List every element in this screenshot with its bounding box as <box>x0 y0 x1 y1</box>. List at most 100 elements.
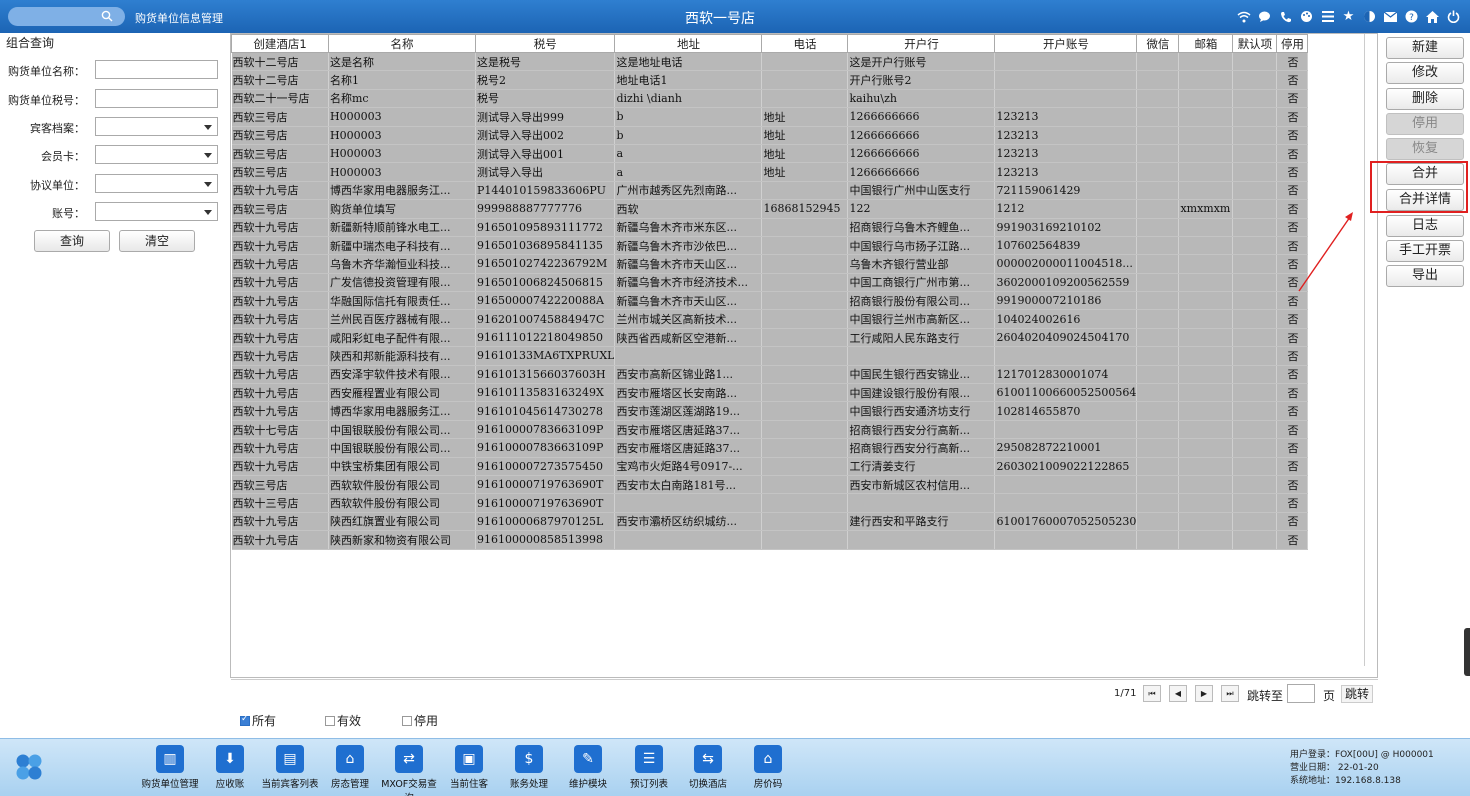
table-row[interactable]: 西软十九号店 咸阳彩虹电子配件有限... 916111012218049850 陕西省… <box>231 328 1309 348</box>
next-page-button[interactable]: ▶ <box>1195 685 1213 702</box>
table-row[interactable]: 西软十九号店 陕西红旗置业有限公司 91610000687970125L 西安市灞桥区… <box>231 512 1309 532</box>
restore-button[interactable]: 恢复 <box>1386 138 1464 160</box>
column-header[interactable]: 创建酒店1 <box>231 34 329 53</box>
table-row[interactable]: 西软三号店 H000003 测试导入导出999 b 地址 1266666666 123213… <box>231 107 1309 127</box>
table-row[interactable]: 西软十九号店 广发信德投资管理有限... 916501006824506815 新疆乌… <box>231 273 1309 293</box>
table-row[interactable]: 西软三号店 H000003 测试导入导出001 a 地址 1266666666 123213… <box>231 144 1309 164</box>
filter-disabled[interactable]: 停用 <box>402 712 438 729</box>
taskbar-current-guests[interactable]: ▣ 当前住客 <box>446 745 492 790</box>
checkbox-valid[interactable] <box>325 715 335 726</box>
taskbar-room-status[interactable]: ⌂ 房态管理 <box>328 745 372 790</box>
wifi-icon[interactable] <box>1235 8 1252 25</box>
column-header[interactable]: 电话 <box>761 34 849 53</box>
new-button[interactable]: 新建 <box>1386 37 1464 59</box>
column-header[interactable]: 地址 <box>614 34 763 53</box>
jump-page-input[interactable] <box>1287 684 1315 703</box>
prev-page-button[interactable]: ◀ <box>1169 685 1187 702</box>
column-header[interactable]: 开户账号 <box>994 34 1138 53</box>
taskbar-maintenance[interactable]: ✎ 维护模块 <box>566 745 610 790</box>
member-card-select[interactable] <box>95 145 218 164</box>
account-select[interactable] <box>95 202 218 221</box>
table-row[interactable]: 西软十九号店 新疆新特顺前锋水电工... 916501095893111772 新疆乌… <box>231 218 1309 237</box>
filter-all[interactable]: 所有 <box>240 712 276 729</box>
field-label: 购货单位名称： <box>8 65 85 78</box>
table-cell: 西软十九号店 <box>231 438 329 458</box>
agreement-unit-select[interactable] <box>95 174 218 193</box>
table-row[interactable]: 西软十九号店 华融国际信托有限责任... 91650000742220088A 新疆乌… <box>231 291 1309 311</box>
checkbox-disabled[interactable] <box>402 715 412 726</box>
table-cell: 地址 <box>761 162 849 182</box>
column-header[interactable]: 名称 <box>328 34 476 53</box>
menu-icon[interactable] <box>1319 8 1336 25</box>
palette-icon[interactable] <box>1298 8 1315 25</box>
table-row[interactable]: 西软十九号店 中国银联股份有限公司... 91610000783663109P 西安市… <box>231 438 1309 458</box>
column-header[interactable]: 邮箱 <box>1178 34 1234 53</box>
clear-button[interactable]: 清空 <box>119 230 195 252</box>
table-row[interactable]: 西软十二号店 名称1 税号2 地址电话1 开户行账号2 否 <box>231 70 1309 90</box>
table-row[interactable]: 西软十九号店 博西华家用电器服务江... 916101045614730278 西安市… <box>231 401 1309 421</box>
query-button[interactable]: 查询 <box>34 230 110 252</box>
table-row[interactable]: 西软二十一号店 名称mc 税号 dizhi \dianh kaihu\zh 否 <box>231 89 1309 109</box>
last-page-button[interactable]: ⏭ <box>1221 685 1239 702</box>
table-cell <box>761 254 849 274</box>
table-row[interactable]: 西软十九号店 西安雁程置业有限公司 91610113583163249X 西安市雁塔区… <box>231 383 1309 403</box>
home-icon[interactable] <box>1424 8 1441 25</box>
table-row[interactable]: 西软十九号店 兰州民百医疗器械有限... 91620100745884947C 兰州市… <box>231 309 1309 329</box>
taskbar-mxof-query[interactable]: ⇄ MXOF交易查询 <box>379 745 439 796</box>
phone-icon[interactable] <box>1277 8 1294 25</box>
jump-button[interactable]: 跳转 <box>1341 685 1373 703</box>
filter-valid[interactable]: 有效 <box>325 712 361 729</box>
table-row[interactable]: 西软十九号店 中铁宝桥集团有限公司 916100007273575450 宝鸡市火炬路… <box>231 457 1309 476</box>
log-button[interactable]: 日志 <box>1386 215 1464 237</box>
side-handle[interactable] <box>1464 628 1470 676</box>
export-button[interactable]: 导出 <box>1386 265 1464 287</box>
buyer-name-input[interactable] <box>95 60 218 79</box>
first-page-button[interactable]: ⏮ <box>1143 685 1161 702</box>
column-header[interactable]: 微信 <box>1136 34 1180 53</box>
table-row[interactable]: 西软十七号店 中国银联股份有限公司... 91610000783663109P 西安市… <box>231 420 1309 440</box>
table-row[interactable]: 西软三号店 购货单位填写 999988887777776 西软 16868152945 1… <box>231 199 1309 219</box>
table-row[interactable]: 西软十九号店 博西华家用电器服务江... P144010159833606PU 广州市… <box>231 181 1309 201</box>
chat-icon[interactable] <box>1256 8 1273 25</box>
table-row[interactable]: 西软十九号店 陕西新家和物资有限公司 916100000858513998 否 <box>231 530 1309 550</box>
table-row[interactable]: 西软十三号店 西软软件股份有限公司 91610000719763690T 否 <box>231 493 1309 513</box>
table-cell: 西软十九号店 <box>231 254 329 274</box>
column-header[interactable]: 停用 <box>1276 34 1309 53</box>
power-icon[interactable] <box>1445 8 1462 25</box>
mail-icon[interactable] <box>1382 8 1399 25</box>
column-header[interactable]: 默认项 <box>1232 34 1278 53</box>
highlight-box <box>1370 161 1468 213</box>
vertical-scrollbar[interactable] <box>1364 34 1377 666</box>
taskbar-rate-code[interactable]: ⌂ 房价码 <box>748 745 788 790</box>
table-row[interactable]: 西软三号店 H000003 测试导入导出 a 地址 1266666666 123213 否 <box>231 162 1309 182</box>
table-row[interactable]: 西软十九号店 乌鲁木齐华瀚恒业科技... 91650102742236792M 新疆乌… <box>231 254 1309 274</box>
taskbar-reservations[interactable]: ☰ 预订列表 <box>627 745 671 790</box>
manual-invoice-button[interactable]: 手工开票 <box>1386 240 1464 262</box>
table-row[interactable]: 西软十九号店 陕西和邦新能源科技有... 91610133MA6TXPRUXL 否 <box>231 346 1309 366</box>
table-cell: 中国民生银行西安锦业... <box>847 365 996 385</box>
checkbox-all[interactable] <box>240 714 250 726</box>
column-header[interactable]: 税号 <box>474 34 616 53</box>
buyer-tax-input[interactable] <box>95 89 218 108</box>
taskbar-buyer-management[interactable]: ▥ 购货单位管理 <box>140 745 200 790</box>
star-icon[interactable]: ★ <box>1340 8 1357 25</box>
table-row[interactable]: 西软十九号店 新疆中瑞杰电子科技有... 916501036895841135 新疆乌… <box>231 236 1309 256</box>
table-cell <box>761 52 849 72</box>
column-header[interactable]: 开户行 <box>847 34 996 53</box>
guest-profile-select[interactable] <box>95 117 218 136</box>
taskbar-accounting[interactable]: $ 账务处理 <box>507 745 551 790</box>
taskbar-switch-hotel[interactable]: ⇆ 切换酒店 <box>686 745 730 790</box>
help-icon[interactable]: ? <box>1403 8 1420 25</box>
table-cell: 西软十九号店 <box>231 328 329 348</box>
table-cell: 测试导入导出 <box>475 162 616 182</box>
table-row[interactable]: 西软十九号店 西安泽宇软件技术有限... 91610131566037603H 西安市… <box>231 365 1309 385</box>
disable-button[interactable]: 停用 <box>1386 113 1464 135</box>
edit-button[interactable]: 修改 <box>1386 62 1464 84</box>
taskbar-guest-list[interactable]: ▤ 当前宾客列表 <box>258 745 322 790</box>
table-row[interactable]: 西软三号店 H000003 测试导入导出002 b 地址 1266666666 123213… <box>231 126 1309 145</box>
table-row[interactable]: 西软十二号店 这是名称 这是税号 这是地址电话 这是开户行账号 否 <box>231 52 1309 72</box>
taskbar-receivables[interactable]: ⬇ 应收账 <box>210 745 250 790</box>
table-row[interactable]: 西软三号店 西软软件股份有限公司 91610000719763690T 西安市太白南路… <box>231 475 1309 495</box>
moon-icon[interactable] <box>1361 8 1378 25</box>
delete-button[interactable]: 删除 <box>1386 88 1464 110</box>
